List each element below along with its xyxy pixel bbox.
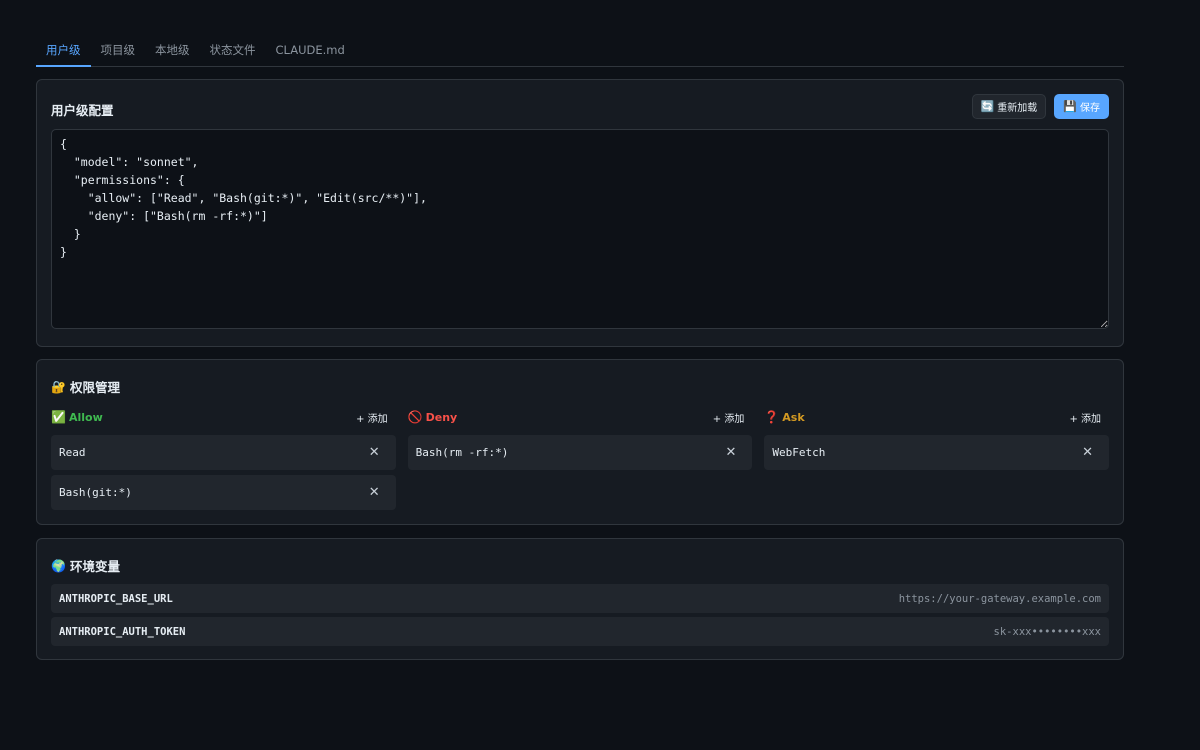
- config-actions: 🔄 重新加载 💾 保存: [971, 94, 1109, 119]
- ask-label: Ask: [782, 410, 805, 424]
- permissions-title-text: 权限管理: [69, 380, 120, 395]
- remove-icon[interactable]: ✕: [369, 445, 388, 460]
- config-title: 用户级配置: [51, 103, 114, 118]
- reload-icon: 🔄: [980, 100, 995, 113]
- tab-local-level[interactable]: 本地级: [145, 36, 200, 66]
- tab-claude-md[interactable]: CLAUDE.md: [266, 36, 355, 66]
- permissions-title: 🔐 权限管理: [51, 377, 120, 396]
- reload-label: 重新加载: [997, 103, 1038, 114]
- deny-column: 🚫 Deny + 添加 Bash(rm -rf:*) ✕: [407, 407, 753, 515]
- question-mark-icon: ❓: [764, 410, 780, 424]
- deny-add-button[interactable]: + 添加: [713, 410, 753, 425]
- ask-add-button[interactable]: + 添加: [1069, 410, 1109, 425]
- check-mark-icon: ✅: [51, 410, 66, 424]
- ask-column: ❓ Ask + 添加 WebFetch ✕: [764, 407, 1110, 515]
- env-title: 🌍 环境变量: [51, 556, 120, 575]
- allow-label: Allow: [68, 410, 103, 424]
- floppy-disk-icon: 💾: [1063, 100, 1077, 113]
- env-row[interactable]: ANTHROPIC_BASE_URL https://your-gateway.…: [51, 584, 1109, 613]
- remove-icon[interactable]: ✕: [725, 445, 744, 460]
- reload-button[interactable]: 🔄 重新加载: [971, 94, 1047, 119]
- config-json-editor[interactable]: { "model": "sonnet", "permissions": { "a…: [51, 129, 1109, 329]
- ask-rule-item: WebFetch ✕: [764, 435, 1110, 470]
- rule-text: Bash(git:*): [59, 486, 132, 499]
- deny-label: Deny: [425, 410, 458, 424]
- remove-icon[interactable]: ✕: [1082, 445, 1101, 460]
- permissions-card: 🔐 权限管理 ✅ Allow + 添加 Read ✕ Bash(git:*) ✕…: [36, 359, 1124, 525]
- prohibited-icon: 🚫: [407, 410, 423, 424]
- env-value: sk-xxx••••••••xxx: [993, 625, 1101, 638]
- settings-page: 用户级 项目级 本地级 状态文件 CLAUDE.md 用户级配置 🔄 重新加载 …: [36, 36, 1124, 660]
- env-row[interactable]: ANTHROPIC_AUTH_TOKEN sk-xxx••••••••xxx: [51, 617, 1109, 646]
- env-list: ANTHROPIC_BASE_URL https://your-gateway.…: [51, 584, 1109, 650]
- globe-icon: 🌍: [51, 558, 66, 573]
- config-card: 用户级配置 🔄 重新加载 💾 保存 { "model": "sonnet", "…: [36, 79, 1124, 347]
- ask-header: ❓ Ask: [764, 410, 804, 424]
- env-key: ANTHROPIC_BASE_URL: [59, 592, 173, 605]
- deny-rule-item: Bash(rm -rf:*) ✕: [407, 435, 753, 470]
- env-card: 🌍 环境变量 ANTHROPIC_BASE_URL https://your-g…: [36, 538, 1124, 660]
- remove-icon[interactable]: ✕: [369, 485, 388, 500]
- tab-project-level[interactable]: 项目级: [91, 36, 146, 66]
- env-title-text: 环境变量: [69, 559, 120, 574]
- allow-rule-item: Read ✕: [51, 435, 396, 470]
- allow-header: ✅ Allow: [51, 410, 103, 424]
- rule-text: Read: [59, 446, 86, 459]
- rule-text: Bash(rm -rf:*): [415, 446, 509, 459]
- tab-bar: 用户级 项目级 本地级 状态文件 CLAUDE.md: [36, 36, 1124, 67]
- allow-column: ✅ Allow + 添加 Read ✕ Bash(git:*) ✕: [51, 407, 396, 515]
- deny-header: 🚫 Deny: [408, 410, 458, 424]
- permission-columns: ✅ Allow + 添加 Read ✕ Bash(git:*) ✕ �: [51, 407, 1110, 515]
- env-key: ANTHROPIC_AUTH_TOKEN: [59, 625, 186, 638]
- allow-rule-item: Bash(git:*) ✕: [51, 475, 396, 510]
- rule-text: WebFetch: [772, 446, 826, 459]
- tab-state-file[interactable]: 状态文件: [200, 36, 266, 66]
- tab-user-level[interactable]: 用户级: [36, 36, 91, 67]
- save-button[interactable]: 💾 保存: [1054, 94, 1109, 119]
- env-value: https://your-gateway.example.com: [898, 592, 1101, 605]
- save-label: 保存: [1080, 103, 1100, 114]
- allow-add-button[interactable]: + 添加: [356, 410, 396, 425]
- lock-with-key-icon: 🔐: [51, 379, 66, 394]
